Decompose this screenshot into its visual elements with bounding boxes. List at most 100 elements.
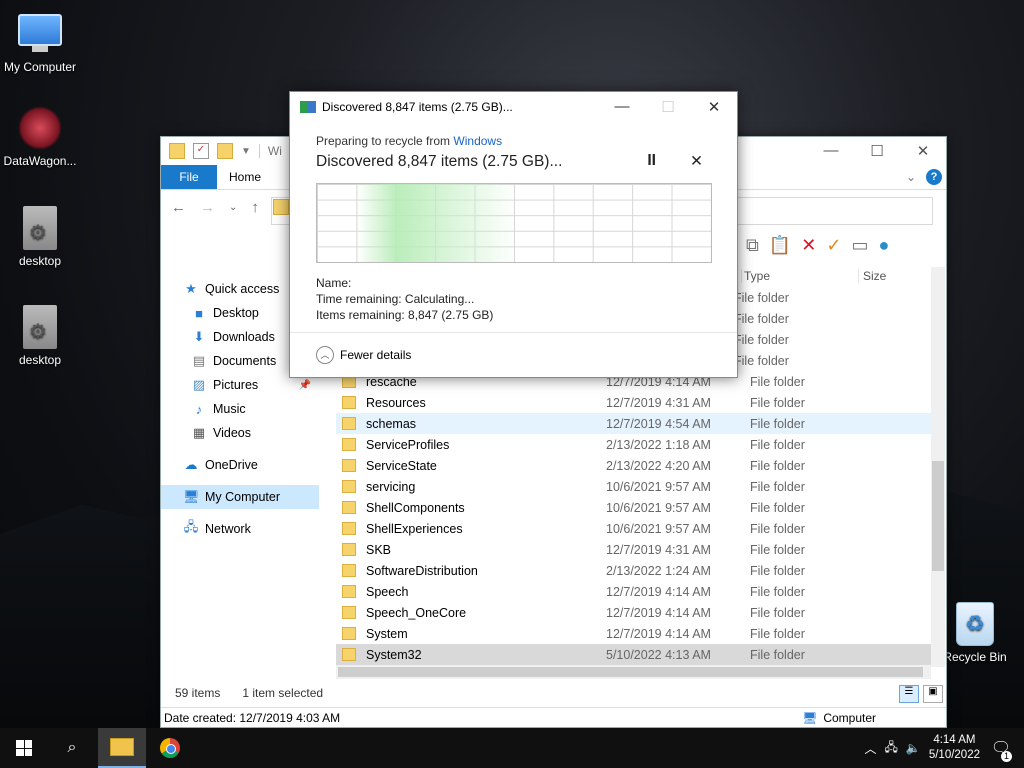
list-item[interactable]: System32 5/10/2022 4:13 AM File folder — [336, 644, 931, 665]
explorer-title: Wi — [258, 144, 282, 158]
operation-description: Preparing to recycle from Windows — [316, 134, 503, 148]
desktop-icon-desktop-1[interactable]: desktop — [0, 206, 80, 268]
start-button[interactable] — [0, 728, 48, 768]
paste-icon[interactable]: 📋 — [769, 235, 791, 256]
desktop-icon-my-computer[interactable]: My Computer — [0, 8, 80, 74]
forward-arrow-icon[interactable]: → — [200, 199, 215, 216]
source-folder-link[interactable]: Windows — [453, 134, 502, 148]
pause-button[interactable]: II — [647, 152, 656, 171]
item-count: 59 items — [175, 686, 221, 700]
folder-icon — [342, 501, 356, 514]
chevron-up-icon: ︿ — [316, 346, 334, 364]
list-item[interactable]: System 12/7/2019 4:14 AM File folder — [336, 623, 931, 644]
minimize-icon[interactable]: — — [808, 142, 854, 160]
maximize-icon[interactable]: ☐ — [854, 142, 900, 160]
desktop-icon-datawagon[interactable]: DataWagon... — [0, 106, 80, 168]
chrome-icon — [160, 738, 180, 758]
document-icon: ▤ — [192, 353, 206, 368]
horizontal-scrollbar[interactable] — [336, 665, 931, 679]
progress-headline: Discovered 8,847 items (2.75 GB)... II ✕ — [316, 152, 703, 171]
back-arrow-icon[interactable]: ← — [171, 199, 186, 216]
column-size[interactable]: Size — [858, 269, 923, 283]
list-item[interactable]: servicing 10/6/2021 9:57 AM File folder — [336, 476, 931, 497]
folder-icon — [342, 459, 356, 472]
close-icon[interactable]: ✕ — [900, 142, 946, 160]
folder-icon — [342, 543, 356, 556]
column-headers: Type Size — [741, 265, 923, 287]
location-label: Computer — [823, 711, 876, 725]
sidebar-item-onedrive[interactable]: ☁ OneDrive — [161, 453, 319, 477]
list-item[interactable]: schemas 12/7/2019 4:54 AM File folder — [336, 413, 931, 434]
date-created: Date created: 12/7/2019 4:03 AM — [164, 711, 341, 725]
large-icons-view-icon[interactable]: ▣ — [923, 685, 943, 703]
windows-logo-icon — [16, 740, 32, 756]
properties-icon[interactable]: ✓ — [193, 143, 209, 159]
new-folder-icon[interactable] — [217, 143, 233, 159]
customize-toolbar-icon[interactable]: ▼ — [241, 146, 251, 157]
vertical-scrollbar[interactable] — [931, 267, 945, 667]
column-type[interactable]: Type — [741, 269, 858, 283]
taskbar-chrome[interactable] — [146, 728, 194, 768]
folder-icon — [342, 438, 356, 451]
list-item[interactable]: Speech_OneCore 12/7/2019 4:14 AM File fold… — [336, 602, 931, 623]
globe-icon[interactable]: ● — [878, 235, 889, 256]
list-item[interactable]: ShellComponents 10/6/2021 9:57 AM File fol… — [336, 497, 931, 518]
notification-badge: 1 — [1001, 751, 1012, 762]
time-remaining: Time remaining: Calculating... — [316, 292, 475, 306]
list-item[interactable]: ShellExperiences 10/6/2021 9:57 AM File fo… — [336, 518, 931, 539]
sidebar-item-network[interactable]: 🖧 Network — [161, 517, 319, 541]
notifications-button[interactable]: 🗨 1 — [988, 738, 1014, 762]
cancel-button[interactable]: ✕ — [690, 152, 703, 171]
delete-icon[interactable]: ✕ — [801, 235, 816, 256]
sidebar-item-music[interactable]: ♪ Music — [161, 397, 319, 421]
details-view-icon[interactable]: ☰ — [899, 685, 919, 703]
folder-icon — [169, 143, 185, 159]
checkmark-icon[interactable]: ✓ — [826, 235, 841, 256]
rename-icon[interactable]: ▭ — [851, 235, 868, 256]
selection-count: 1 item selected — [242, 686, 324, 700]
list-item[interactable]: Resources 12/7/2019 4:31 AM File folder — [336, 392, 931, 413]
desktop-icon-desktop-2[interactable]: desktop — [0, 305, 80, 367]
settings-file-icon — [23, 305, 57, 349]
up-arrow-icon[interactable]: ↑ — [251, 199, 259, 216]
video-icon: ▦ — [192, 425, 206, 440]
desktop-icon: ■ — [195, 305, 203, 321]
folder-icon — [342, 648, 356, 661]
minimize-icon[interactable]: — — [599, 98, 645, 116]
computer-icon: 🖥 — [183, 489, 200, 504]
scrollbar-thumb[interactable] — [932, 461, 944, 571]
folder-icon — [342, 564, 356, 577]
computer-icon: 🖥 — [802, 711, 818, 725]
progress-details: Name: Time remaining: Calculating... Ite… — [316, 275, 711, 323]
dialog-title: Discovered 8,847 items (2.75 GB)... — [322, 100, 513, 114]
help-icon[interactable]: ? — [926, 169, 942, 185]
chevron-up-icon[interactable]: ︿ — [864, 740, 876, 757]
search-button[interactable]: ⌕ — [48, 728, 96, 768]
list-item[interactable]: ServiceProfiles 2/13/2022 1:18 AM File fol… — [336, 434, 931, 455]
maximize-icon: ☐ — [661, 99, 675, 116]
fewer-details-toggle[interactable]: ︿ Fewer details — [290, 332, 737, 377]
list-item[interactable]: ServiceState 2/13/2022 4:20 AM File folder — [336, 455, 931, 476]
list-item[interactable]: SKB 12/7/2019 4:31 AM File folder — [336, 539, 931, 560]
desktop-icon-recycle-bin[interactable]: ♻ Recycle Bin — [935, 602, 1015, 664]
list-item[interactable]: Speech 12/7/2019 4:14 AM File folder — [336, 581, 931, 602]
network-icon[interactable]: 🖧 — [884, 738, 897, 759]
sidebar-item-videos[interactable]: ▦ Videos — [161, 421, 319, 445]
close-icon[interactable]: ✕ — [691, 98, 737, 116]
chevron-down-icon[interactable]: ⌄ — [906, 170, 916, 184]
copy-icon[interactable]: ⧉ — [746, 235, 759, 256]
settings-file-icon — [23, 206, 57, 250]
folder-icon — [342, 480, 356, 493]
recent-locations-icon[interactable]: ⌄ — [229, 202, 237, 213]
taskbar-file-explorer[interactable] — [98, 728, 146, 768]
folder-icon — [342, 417, 356, 430]
tab-home[interactable]: Home — [217, 165, 273, 189]
scrollbar-thumb[interactable] — [338, 667, 923, 677]
sidebar-item-my-computer[interactable]: 🖥 My Computer — [161, 485, 319, 509]
list-item[interactable]: SoftwareDistribution 2/13/2022 1:24 AM Fil… — [336, 560, 931, 581]
tab-file[interactable]: File — [161, 165, 217, 189]
clock[interactable]: 4:14 AM 5/10/2022 — [929, 733, 980, 763]
network-icon: 🖧 — [183, 519, 199, 534]
details-bar: Date created: 12/7/2019 4:03 AM 🖥 Comput… — [161, 707, 946, 728]
volume-icon[interactable]: 🔈 — [906, 741, 921, 755]
